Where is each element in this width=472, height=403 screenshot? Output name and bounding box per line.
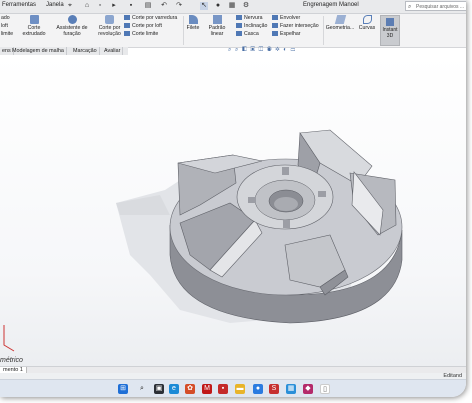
ribbon-partial-2[interactable]: loft [1, 23, 8, 30]
app2-icon[interactable]: ◆ [303, 384, 313, 394]
extruded-cut-icon [29, 15, 39, 24]
undo-icon[interactable]: ↶ [160, 2, 168, 10]
revolved-cut-icon [105, 15, 114, 24]
pin-icon[interactable]: ⌖ [66, 2, 74, 10]
save-icon[interactable]: ▪ [127, 2, 135, 10]
title-bar: Ferramentas Janela ⌖ ⌂ ▫ ▸ ▪ ▤ ↶ ↷ ↖ ● ▦… [0, 0, 466, 14]
instant3d-icon [386, 18, 394, 26]
ribbon-partial-1[interactable]: ado [1, 15, 10, 22]
corte-revolucao-button[interactable]: Corte por revolução [97, 15, 122, 37]
open-icon[interactable]: ▸ [110, 2, 118, 10]
search-icon: ⌕ [408, 4, 412, 10]
curves-icon [362, 15, 372, 24]
linear-pattern-icon [212, 15, 222, 24]
swept-cut-icon [124, 15, 130, 21]
casca-button[interactable]: Casca [236, 31, 259, 38]
hide-show-icon[interactable]: ✲ [275, 47, 280, 53]
options-icon[interactable]: ▦ [228, 2, 236, 10]
scene-icon[interactable]: ▭ [291, 47, 297, 53]
chrome-icon[interactable]: ● [253, 384, 263, 394]
axis-triad-icon [3, 325, 15, 352]
geometria-referencia-button[interactable]: Geometria... [325, 15, 355, 31]
settings-icon[interactable]: ⚙ [242, 2, 250, 10]
ribbon-separator [183, 16, 184, 45]
command-tabs: ens Modelagem de malha Marcação Avaliar [0, 47, 128, 55]
search-placeholder: Pesquisar arquivos ... [416, 4, 465, 10]
appearance-icon[interactable]: ◐ [283, 47, 288, 53]
tab-avaliar[interactable]: Avaliar [102, 47, 124, 55]
zoom-fit-icon[interactable]: ⌕ [228, 47, 232, 53]
menu-janela[interactable]: Janela [46, 2, 64, 8]
shell-icon [236, 31, 242, 37]
zoom-area-icon[interactable]: ⌕ [235, 47, 239, 53]
windows-icon[interactable]: ⊞ [118, 384, 128, 394]
rib-icon [236, 15, 242, 21]
wrap-icon [272, 15, 278, 21]
file-icon[interactable]: ▯ [320, 384, 330, 394]
redo-icon[interactable]: ↷ [175, 2, 183, 10]
hub-notch [282, 167, 289, 175]
ribbon-partial-3[interactable]: limite [1, 31, 13, 38]
menu-ferramentas[interactable]: Ferramentas [2, 2, 36, 8]
corte-limite-button[interactable]: Corte limite [124, 31, 158, 38]
curvas-button[interactable]: Curvas [357, 15, 377, 31]
corte-loft-button[interactable]: Corte por loft [124, 23, 162, 30]
store-icon[interactable]: ▦ [286, 384, 296, 394]
espelhar-button[interactable]: Espelhar [272, 31, 300, 38]
view-orientation-label: métrico [0, 357, 23, 364]
photos-icon[interactable]: ✿ [185, 384, 195, 394]
nervura-button[interactable]: Nervura [236, 15, 262, 22]
solidworks-window: Ferramentas Janela ⌖ ⌂ ▫ ▸ ▪ ▤ ↶ ↷ ↖ ● ▦… [0, 0, 466, 397]
view-orientation-icon[interactable]: ◫ [259, 47, 265, 53]
hub-hole-bottom [274, 197, 298, 211]
mcafee-icon[interactable]: M [202, 384, 212, 394]
hub-notch [318, 191, 326, 197]
fazer-intersecao-button[interactable]: Fazer interseção [272, 23, 319, 30]
hub-notch [248, 197, 256, 203]
intersect-icon [272, 23, 278, 29]
new-file-icon[interactable]: ▫ [96, 2, 104, 10]
section-view-icon[interactable]: ▣ [250, 47, 256, 53]
document-title: Engrenagem Manoel [303, 2, 359, 8]
hole-wizard-icon [67, 15, 77, 24]
boundary-cut-icon [124, 31, 130, 37]
ribbon-separator [323, 16, 324, 45]
heads-up-view-toolbar[interactable]: ⌕ ⌕ ◧ ▣ ◫ ◉ ✲ ◐ ▭ [228, 47, 296, 54]
lofted-cut-icon [124, 23, 130, 29]
hub-notch [283, 220, 290, 228]
windows-taskbar: ⊞ ⌕ ▣ e ✿ M ▪ ▬ ● S ▦ ◆ ▯ [0, 379, 466, 397]
inclinacao-button[interactable]: Inclinação [236, 23, 267, 30]
padrao-linear-button[interactable]: Padrão linear [202, 15, 232, 37]
corte-extrudado-button[interactable]: Corte extrudado [20, 15, 48, 37]
previous-view-icon[interactable]: ◧ [242, 47, 248, 53]
instant-3d-button[interactable]: Instant 3D [380, 15, 400, 46]
filete-button[interactable]: Filete [185, 15, 201, 31]
select-icon[interactable]: ↖ [200, 2, 208, 10]
app-icon[interactable]: ▪ [218, 384, 228, 394]
draft-icon [236, 23, 242, 29]
search-input[interactable]: ⌕ Pesquisar arquivos ... [405, 1, 466, 11]
reference-geometry-icon [334, 15, 346, 24]
solidworks-icon[interactable]: S [269, 384, 279, 394]
taskview-icon[interactable]: ▣ [154, 384, 164, 394]
rebuild-icon[interactable]: ● [214, 2, 222, 10]
print-icon[interactable]: ▤ [144, 2, 152, 10]
corte-varredura-button[interactable]: Corte por varredura [124, 15, 177, 22]
fillet-icon [188, 15, 198, 24]
home-icon[interactable]: ⌂ [83, 2, 91, 10]
graphics-area[interactable] [0, 55, 466, 366]
mirror-icon [272, 31, 278, 37]
assistente-furacao-button[interactable]: Assistente de furação [50, 15, 94, 37]
tab-modelagem-malha[interactable]: Modelagem de malha [10, 47, 67, 55]
display-style-icon[interactable]: ◉ [267, 47, 273, 53]
folder-icon[interactable]: ▬ [235, 384, 245, 394]
envolver-button[interactable]: Envolver [272, 15, 300, 22]
edge-icon[interactable]: e [169, 384, 179, 394]
search-icon[interactable]: ⌕ [137, 384, 147, 394]
tab-marcacao[interactable]: Marcação [71, 47, 100, 55]
gear-model [3, 129, 403, 352]
